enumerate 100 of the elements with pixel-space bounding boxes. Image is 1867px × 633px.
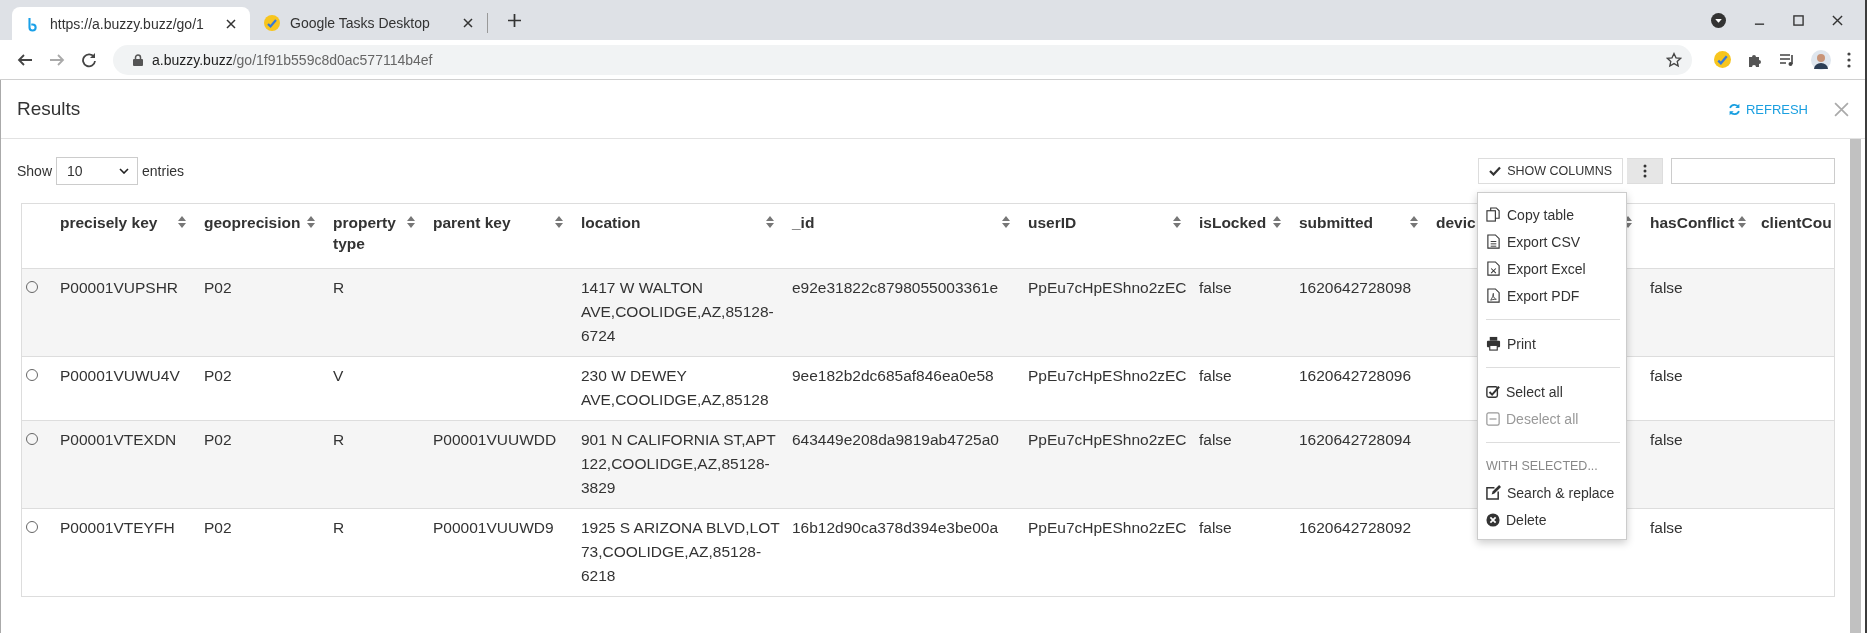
edit-icon <box>1486 485 1501 500</box>
table-cell: 1417 W WALTON AVE,COOLIDGE,AZ,85128-6724 <box>581 278 774 344</box>
table-cell: P00001VUWU4V <box>60 366 180 384</box>
printer-icon <box>1486 336 1501 351</box>
column-header[interactable]: geoprecision <box>204 212 301 233</box>
column-header[interactable]: isLocked <box>1199 212 1267 233</box>
sort-icon[interactable] <box>1273 216 1281 228</box>
sort-icon[interactable] <box>1410 216 1418 228</box>
checkmark-circle-icon[interactable] <box>1714 51 1731 68</box>
table-cell: 9ee182b2dc685af846ea0e58 <box>792 366 994 384</box>
star-icon[interactable] <box>1666 51 1682 68</box>
back-arrow-icon[interactable] <box>17 51 33 68</box>
table-cell: false <box>1199 518 1232 536</box>
sort-icon[interactable] <box>1002 216 1010 228</box>
entries-dropdown[interactable]: 10 <box>56 157 139 185</box>
table-cell: P00001VUPSHR <box>60 278 179 296</box>
address-bar[interactable]: a.buzzy.buzz/go/1f91b559c8d0ac577114b4ef <box>113 44 1692 75</box>
copy-icon <box>1486 207 1501 222</box>
show-label: Show <box>17 163 53 179</box>
table-cell: 1925 S ARIZONA BLVD,LOT 73,COOLIDGE,AZ,85128-6218 <box>581 518 780 584</box>
menu-item[interactable]: Export CSV <box>1486 228 1626 255</box>
table-cell: R <box>333 518 345 536</box>
sort-icon[interactable] <box>307 216 315 228</box>
show-columns-button[interactable]: SHOW COLUMNS <box>1478 158 1623 184</box>
plus-icon[interactable] <box>508 13 521 27</box>
table-cell: 1620642728098 <box>1299 278 1412 296</box>
playlist-icon[interactable] <box>1779 51 1795 68</box>
column-header[interactable]: _id <box>792 212 815 233</box>
scrollbar[interactable] <box>1850 139 1861 633</box>
close-icon[interactable] <box>226 18 236 29</box>
column-header[interactable]: hasConflict <box>1650 212 1735 233</box>
avatar-icon[interactable] <box>1811 49 1831 70</box>
browser-tab[interactable]: Google Tasks Desktop <box>250 13 488 33</box>
close-icon[interactable] <box>463 18 473 28</box>
column-header[interactable]: clientCou <box>1761 212 1832 233</box>
table-cell: false <box>1650 366 1683 384</box>
table-cell: V <box>333 366 344 384</box>
column-header[interactable]: property type <box>333 212 403 254</box>
sort-icon[interactable] <box>178 216 186 228</box>
refresh-icon <box>1727 102 1741 116</box>
document-icon <box>1486 234 1501 249</box>
column-header[interactable]: precisely key <box>60 212 158 233</box>
close-icon[interactable] <box>1832 14 1843 26</box>
delete-icon <box>1486 512 1500 527</box>
menu-item[interactable]: Export PDF <box>1486 282 1626 309</box>
table-cell: 1620642728092 <box>1299 518 1412 536</box>
table-cell: R <box>333 278 345 296</box>
table-cell: P02 <box>204 278 232 296</box>
table-cell: P02 <box>204 430 232 448</box>
column-header[interactable]: parent key <box>433 212 511 233</box>
checkmark-icon <box>1489 166 1502 176</box>
checkmark-circle-icon <box>264 15 280 31</box>
pdf-file-icon <box>1486 288 1501 303</box>
table-cell: P02 <box>204 366 232 384</box>
table-cell: false <box>1199 278 1232 296</box>
column-header[interactable]: userID <box>1028 212 1077 233</box>
table-cell: 643449e208da9819ab4725a0 <box>792 430 999 448</box>
column-header[interactable]: submitted <box>1299 212 1374 233</box>
sort-icon[interactable] <box>1738 216 1747 228</box>
table-cell: PpEu7cHpEShno2zEC <box>1028 518 1187 536</box>
kebab-icon <box>1642 164 1647 178</box>
table-cell: 1620642728096 <box>1299 366 1412 384</box>
forward-arrow-icon[interactable] <box>49 51 65 68</box>
table-cell: P00001VUUWDD <box>433 430 557 448</box>
browser-tab[interactable]: https://a.buzzy.buzz/go/1 <box>12 7 250 40</box>
menu-item[interactable]: Print <box>1486 330 1626 357</box>
menu-item[interactable]: Export Excel <box>1486 255 1626 282</box>
maximize-icon[interactable] <box>1793 14 1804 26</box>
table-cell: false <box>1650 430 1683 448</box>
menu-item[interactable]: Search & replace <box>1486 479 1626 506</box>
sort-icon[interactable] <box>1173 216 1181 228</box>
menu-item[interactable]: Select all <box>1486 378 1626 405</box>
menu-icon[interactable] <box>1847 51 1851 68</box>
table-cell: P02 <box>204 518 232 536</box>
table-cell: 16b12d90ca378d394e3be00a <box>792 518 999 536</box>
table-cell: R <box>333 430 345 448</box>
menu-item[interactable]: Copy table <box>1486 201 1626 228</box>
table-cell: PpEu7cHpEShno2zEC <box>1028 278 1187 296</box>
table-cell: e92e31822c8798055003361e <box>792 278 999 296</box>
tab-search-icon[interactable] <box>1711 12 1726 28</box>
table-cell: PpEu7cHpEShno2zEC <box>1028 366 1187 384</box>
sort-icon[interactable] <box>407 216 415 228</box>
sort-icon[interactable] <box>555 216 563 228</box>
sort-icon[interactable] <box>766 216 774 228</box>
table-cell: P00001VTEXDN <box>60 430 177 448</box>
menu-item[interactable]: Delete <box>1486 506 1626 533</box>
column-header[interactable]: devic <box>1436 212 1476 233</box>
reload-icon[interactable] <box>81 51 97 68</box>
table-cell: 901 N CALIFORNIA ST,APT 122,COOLIDGE,AZ,85128-3829 <box>581 430 776 496</box>
chevron-down-icon <box>119 168 130 174</box>
table-cell: P00001VTEYFH <box>60 518 175 536</box>
table-cell: false <box>1650 518 1683 536</box>
table-cell: 230 W DEWEY AVE,COOLIDGE,AZ,85128 <box>581 366 769 408</box>
checkbox-icon <box>1486 384 1500 399</box>
sort-icon[interactable] <box>1624 216 1632 228</box>
lock-icon <box>133 53 143 66</box>
column-header[interactable]: location <box>581 212 641 233</box>
search-field[interactable] <box>1671 158 1835 184</box>
entries-label: entries <box>142 163 185 179</box>
table-cell: 1620642728094 <box>1299 430 1412 448</box>
